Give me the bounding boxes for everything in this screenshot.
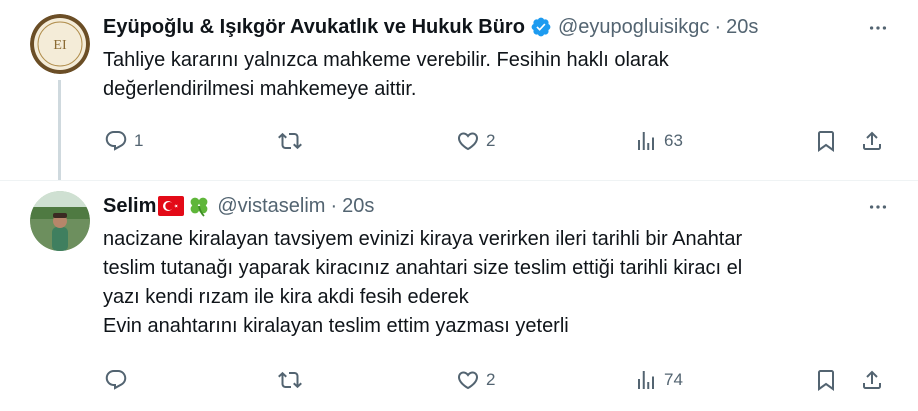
avatar-selim[interactable]: [30, 191, 90, 251]
tweet-text-line: Tahliye kararını yalnızca mahkeme verebi…: [103, 49, 669, 71]
retweet-icon: [278, 132, 302, 150]
share-button[interactable]: [860, 365, 884, 395]
bookmark-icon: [818, 370, 834, 391]
retweet-button[interactable]: [278, 365, 308, 395]
retweet-icon: [278, 371, 302, 389]
reply-icon: [105, 370, 127, 390]
tweet-text-line: değerlendirilmesi mahkemeye aittir.: [103, 78, 417, 100]
turkey-flag-icon: [158, 196, 185, 216]
reply-count: 1: [134, 131, 144, 150]
avatar-monogram: EI: [53, 38, 67, 53]
more-icon[interactable]: [866, 16, 890, 40]
like-icon: [457, 371, 479, 390]
timestamp[interactable]: 20s: [342, 193, 374, 219]
separator-dot: ·: [714, 16, 722, 38]
tweet-text: nacizane kiralayan tavsiyem evinizi kira…: [103, 225, 893, 341]
clover-icon: [187, 194, 211, 218]
views-button[interactable]: 63: [634, 126, 683, 156]
tweet-text-line: yazı kendi rızam ile kira akdi fesih ede…: [103, 286, 469, 308]
like-button[interactable]: 2: [456, 126, 495, 156]
share-button[interactable]: [860, 126, 884, 156]
retweet-button[interactable]: [278, 126, 308, 156]
tweet-text: Tahliye kararını yalnızca mahkeme verebi…: [103, 46, 893, 104]
reply-icon: [105, 131, 127, 151]
more-icon[interactable]: [866, 195, 890, 219]
views-count: 63: [664, 131, 683, 150]
tweet-2[interactable]: Selim @vistaselim · 20s nacizane kiralay…: [0, 180, 918, 411]
like-button[interactable]: 2: [456, 365, 495, 395]
views-button[interactable]: 74: [634, 365, 683, 395]
tweet-header: Selim @vistaselim · 20s: [103, 193, 853, 219]
tweet-1[interactable]: EI Eyüpoğlu & Işıkgör Avukatlık ve Hukuk…: [0, 0, 918, 180]
views-icon: [638, 132, 654, 150]
reply-button[interactable]: 1: [104, 126, 143, 156]
views-icon: [638, 371, 654, 389]
bookmark-button[interactable]: [814, 126, 838, 156]
author-name[interactable]: Eyüpoğlu & Işıkgör Avukatlık ve Hukuk Bü…: [103, 14, 525, 40]
action-bar: 1 2 63: [0, 126, 918, 156]
like-icon: [457, 132, 479, 151]
bookmark-icon: [818, 131, 834, 152]
reply-button[interactable]: [104, 365, 134, 395]
author-name[interactable]: Selim: [103, 193, 156, 219]
share-icon: [863, 131, 881, 150]
like-count: 2: [486, 370, 496, 389]
tweet-text-line: nacizane kiralayan tavsiyem evinizi kira…: [103, 228, 743, 250]
separator-dot: ·: [330, 195, 338, 217]
timestamp[interactable]: 20s: [726, 14, 758, 40]
action-bar: 2 74: [0, 365, 918, 395]
views-count: 74: [664, 370, 683, 389]
tweet-header: Eyüpoğlu & Işıkgör Avukatlık ve Hukuk Bü…: [103, 14, 853, 40]
share-icon: [863, 370, 881, 389]
verified-badge-icon: [530, 16, 552, 38]
author-handle[interactable]: @vistaselim: [217, 193, 325, 219]
author-handle[interactable]: @eyupogluisikgc: [558, 14, 710, 40]
bookmark-button[interactable]: [814, 365, 838, 395]
like-count: 2: [486, 131, 496, 150]
avatar-law-firm[interactable]: EI: [30, 14, 90, 74]
tweet-text-line: Evin anahtarını kiralayan teslim ettim y…: [103, 315, 569, 337]
tweet-text-line: teslim tutanağı yaparak kiracınız anahta…: [103, 257, 743, 279]
